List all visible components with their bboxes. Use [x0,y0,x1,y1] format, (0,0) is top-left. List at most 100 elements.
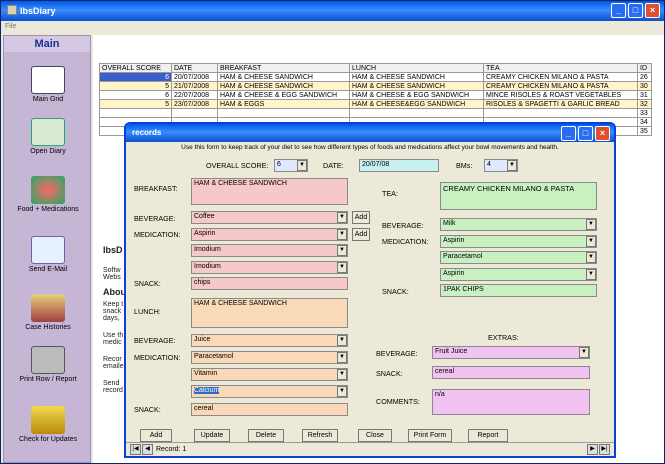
book-icon [31,66,65,94]
chevron-down-icon[interactable]: ▼ [337,262,347,273]
breakfast-med3-select[interactable]: Imodium [191,261,348,274]
table-row[interactable]: 6 22/07/2008 HAM & CHEESE & EGG SANDWICH HA… [99,90,652,100]
update-button[interactable]: Update [194,429,230,442]
diary-icon [31,118,65,146]
date-field[interactable]: 20/07/08 [359,159,439,172]
close-button[interactable]: × [645,3,660,18]
minimize-button[interactable]: _ [611,3,626,18]
breakfast-label: BREAKFAST: [134,184,178,193]
first-record-icon[interactable]: |◀ [130,444,141,455]
report-button[interactable]: Report [468,429,508,442]
sidebar-item-send-email[interactable]: Send E-Mail [4,236,92,273]
chevron-down-icon[interactable]: ▼ [507,160,517,171]
table-row[interactable]: 6 20/07/2008 HAM & CHEESE SANDWICH HAM & CH… [99,72,652,82]
extras-snack-field[interactable]: cereal [432,366,590,379]
add-medication-button[interactable]: Add [352,228,370,241]
chevron-down-icon[interactable]: ▼ [337,212,347,223]
lunch-med1-select[interactable]: Paracetamol [191,351,348,364]
main-window: IbsDiary _ □ × File Main Main Grid Open Di… [0,0,665,464]
chevron-down-icon[interactable]: ▼ [337,245,347,256]
breakfast-beverage-select[interactable]: Coffee [191,211,348,224]
sidebar-item-updates[interactable]: Check for Updates [4,406,92,443]
lunch-field[interactable]: HAM & CHEESE SANDWICH [191,298,348,328]
sidebar-header: Main [4,36,90,52]
table-row[interactable]: 5 21/07/2008 HAM & CHEESE SANDWICH HAM & CH… [99,81,652,91]
record-counter: Record: 1 [156,446,187,453]
email-icon [31,236,65,264]
lunch-med2-select[interactable]: Vitamin [191,368,348,381]
app-icon [7,5,17,15]
snack-label: SNACK: [376,369,403,378]
lunch-med3-select[interactable]: Calcium [191,385,348,398]
medication-label: MEDICATION: [382,237,429,246]
refresh-button[interactable]: Refresh [302,429,338,442]
chevron-down-icon[interactable]: ▼ [337,369,347,380]
tea-med3-select[interactable]: Aspirin [440,268,597,281]
lunch-beverage-select[interactable]: Juice [191,334,348,347]
window-title: IbsDiary [20,6,56,16]
chevron-down-icon[interactable]: ▼ [337,335,347,346]
chevron-down-icon[interactable]: ▼ [337,352,347,363]
sidebar-item-open-diary[interactable]: Open Diary [4,118,92,155]
update-icon [31,406,65,434]
sidebar-item-print[interactable]: Print Row / Report [4,346,92,383]
lunch-snack-field[interactable]: cereal [191,403,348,416]
printer-icon [31,346,65,374]
tea-med1-select[interactable]: Aspirin [440,235,597,248]
beverage-label: BEVERAGE: [134,214,176,223]
date-label: DATE: [323,161,344,170]
maximize-button[interactable]: □ [628,3,643,18]
delete-button[interactable]: Delete [248,429,284,442]
next-record-icon[interactable]: ▶ [587,444,598,455]
title-bar: IbsDiary _ □ × [1,1,664,21]
chevron-down-icon[interactable]: ▼ [337,229,347,240]
add-button[interactable]: Add [140,429,172,442]
sidebar-item-food-medications[interactable]: Food + Medications [4,176,92,213]
beverage-label: BEVERAGE: [376,349,418,358]
close-form-button[interactable]: Close [358,429,392,442]
record-navigator: |◀ ◀ Record: 1 ▶ ▶| [126,442,614,456]
sidebar-item-case-histories[interactable]: Case Histories [4,294,92,331]
grid-header: OVERALL SCORE DATE BREAKFAST LUNCH TEA ID [99,63,652,73]
comments-field[interactable]: n/a [432,389,590,415]
records-title-bar: records _ □ × [126,124,614,142]
snack-label: SNACK: [134,279,161,288]
tea-beverage-select[interactable]: Milk [440,218,597,231]
snack-label: SNACK: [382,287,409,296]
table-row[interactable]: 33 [99,108,652,118]
chevron-down-icon[interactable]: ▼ [586,236,596,247]
sidebar: Main Main Grid Open Diary Food + Medicat… [3,35,91,463]
tea-field[interactable]: CREAMY CHICKEN MILANO & PASTA [440,182,597,210]
beverage-label: BEVERAGE: [382,221,424,230]
chevron-down-icon[interactable]: ▼ [337,386,347,397]
prev-record-icon[interactable]: ◀ [142,444,153,455]
breakfast-med2-select[interactable]: Imodium [191,244,348,257]
sidebar-item-main-grid[interactable]: Main Grid [4,66,92,103]
tea-snack-field[interactable]: 1PAK CHIPS [440,284,597,297]
records-dialog: records _ □ × Use this form to keep track … [124,122,616,458]
add-beverage-button[interactable]: Add [352,211,370,224]
chevron-down-icon[interactable]: ▼ [586,269,596,280]
print-form-button[interactable]: Print Form [408,429,452,442]
records-close-button[interactable]: × [595,126,610,141]
breakfast-snack-field[interactable]: chips [191,277,348,290]
extras-beverage-select[interactable]: Fruit Juice [432,346,590,359]
books-icon [31,294,65,322]
chevron-down-icon[interactable]: ▼ [586,252,596,263]
breakfast-field[interactable]: HAM & CHEESE SANDWICH [191,178,348,205]
overall-score-label: OVERALL SCORE: [206,161,269,170]
beverage-label: BEVERAGE: [134,336,176,345]
menu-file[interactable]: File [1,21,664,33]
chevron-down-icon[interactable]: ▼ [579,347,589,358]
records-maximize-button[interactable]: □ [578,126,593,141]
bms-label: BMs: [456,161,473,170]
medication-label: MEDICATION: [134,230,181,239]
records-minimize-button[interactable]: _ [561,126,576,141]
table-row[interactable]: 5 23/07/2008 HAM & EGGS HAM & CHEESE&EGG SA… [99,99,652,109]
tea-med2-select[interactable]: Paracetamol [440,251,597,264]
extras-label: EXTRAS: [488,333,519,342]
chevron-down-icon[interactable]: ▼ [586,219,596,230]
last-record-icon[interactable]: ▶| [599,444,610,455]
breakfast-med1-select[interactable]: Aspirin [191,228,348,241]
chevron-down-icon[interactable]: ▼ [297,160,307,171]
